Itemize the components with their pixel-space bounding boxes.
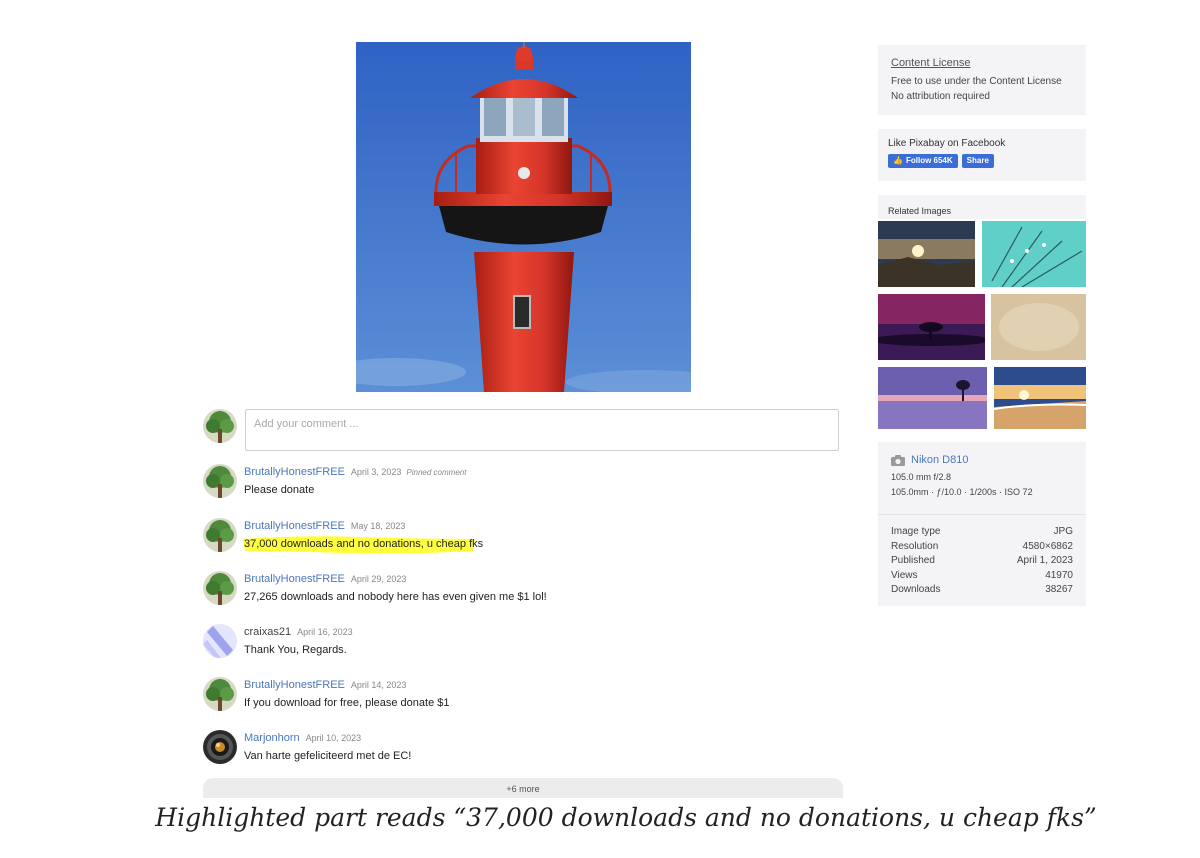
caption-text: Highlighted part reads “37,000 downloads…	[155, 803, 1097, 832]
comment-username[interactable]: BrutallyHonestFREE	[244, 520, 345, 532]
spec-label: Published	[891, 555, 935, 566]
related-images-title: Related Images	[888, 206, 952, 216]
spec-value: April 1, 2023	[1016, 555, 1073, 566]
tree-avatar	[203, 409, 237, 443]
camera-model-link[interactable]: Nikon D810	[911, 454, 968, 466]
spec-row: Image type JPG	[891, 525, 1073, 540]
related-image-thumb[interactable]	[982, 221, 1086, 287]
comment-avatar[interactable]	[203, 518, 237, 552]
spec-label: Downloads	[891, 584, 941, 595]
comment-item: BrutallyHonestFREE April 29, 2023 27,265 …	[203, 571, 843, 611]
facebook-share-button[interactable]: Share	[961, 154, 994, 168]
comment-username[interactable]: BrutallyHonestFREE	[244, 573, 345, 585]
comment-avatar[interactable]	[203, 464, 237, 498]
beach-sunset-thumb	[994, 367, 1086, 429]
comment-input[interactable]	[245, 409, 839, 451]
camera-settings: 105.0mm · ƒ/10.0 · 1/200s · ISO 72	[891, 487, 1033, 497]
comment-date: April 14, 2023	[350, 680, 407, 690]
comment-text: Van harte gefeliciteerd met de EC!	[244, 750, 412, 762]
spec-row: Published April 1, 2023	[891, 554, 1073, 569]
comment-text: Thank You, Regards.	[244, 644, 347, 656]
comment-username[interactable]: Marjonhorn	[244, 732, 300, 744]
spec-value: JPG	[1053, 526, 1073, 537]
comment-date: April 16, 2023	[297, 627, 353, 637]
comment-date: May 18, 2023	[350, 521, 406, 531]
facebook-label: Like Pixabay on Facebook	[888, 138, 1006, 149]
camera-icon	[891, 454, 905, 466]
comment-item: BrutallyHonestFREE April 3, 2023 Pinned co…	[203, 464, 843, 504]
camera-info-box: Nikon D810 105.0 mm f/2.8 105.0mm · ƒ/10…	[878, 442, 1086, 514]
tree-avatar	[203, 518, 237, 552]
comment-username[interactable]: BrutallyHonestFREE	[244, 466, 345, 478]
spec-row: Resolution 4580×6862	[891, 540, 1073, 555]
tree-avatar	[203, 464, 237, 498]
spec-label: Image type	[891, 526, 941, 537]
lighthouse-image	[356, 42, 691, 392]
comment-item: BrutallyHonestFREE April 14, 2023 If you …	[203, 677, 843, 717]
spec-value: 4580×6862	[1022, 540, 1073, 552]
comment-date: April 3, 2023	[350, 467, 402, 477]
tree-avatar	[203, 571, 237, 605]
content-license-link[interactable]: Content License	[891, 57, 1073, 69]
comment-date: April 29, 2023	[350, 574, 407, 584]
pinned-label: Pinned comment	[406, 468, 467, 477]
comment-item-highlighted: BrutallyHonestFREE May 18, 2023 37,000 do…	[203, 518, 843, 558]
spec-row: Downloads 38267	[891, 583, 1073, 598]
lens-avatar	[203, 730, 237, 764]
stripe-avatar	[203, 624, 237, 658]
related-images-header: Related Images	[878, 195, 1086, 219]
dandelion-drops-thumb	[982, 221, 1086, 287]
comment-item: Marjonhorn April 10, 2023 Van harte gefel…	[203, 730, 843, 770]
main-photo-lighthouse[interactable]	[356, 42, 691, 392]
spec-label: Resolution	[891, 540, 939, 552]
comment-avatar[interactable]	[203, 571, 237, 605]
comment-username[interactable]: BrutallyHonestFREE	[244, 679, 345, 691]
facebook-box: Like Pixabay on Facebook 👍 Follow 654K Sh…	[878, 129, 1086, 181]
comment-text: Please donate	[244, 484, 315, 496]
thumbs-up-icon: 👍	[893, 156, 903, 165]
comment-date: April 10, 2023	[305, 733, 362, 743]
license-line: No attribution required	[891, 91, 990, 102]
parchment-texture-thumb	[991, 294, 1086, 360]
comment-text: 27,265 downloads and nobody here has eve…	[244, 591, 547, 603]
comment-avatar[interactable]	[203, 624, 237, 658]
spec-row: Views 41970	[891, 569, 1073, 584]
spec-label: Views	[891, 569, 918, 581]
content-license-box: Content License Free to use under the Co…	[878, 45, 1086, 115]
follow-label: Follow 654K	[905, 156, 953, 165]
facebook-follow-button[interactable]: 👍 Follow 654K	[888, 154, 958, 168]
tree-at-dusk-thumb	[878, 294, 985, 360]
spec-value: 38267	[1045, 584, 1073, 595]
show-more-comments-button[interactable]: +6 more	[203, 778, 843, 798]
comment-avatar[interactable]	[203, 730, 237, 764]
image-specs-box: Image type JPG Resolution 4580×6862 Publis…	[878, 514, 1086, 606]
purple-lake-tree-thumb	[878, 367, 987, 429]
comment-text: If you download for free, please donate …	[244, 697, 450, 709]
comment-avatar[interactable]	[203, 677, 237, 711]
spec-value: 41970	[1045, 569, 1073, 581]
sunset-mountain-thumb	[878, 221, 975, 287]
comment-username[interactable]: craixas21	[244, 626, 291, 638]
camera-lens: 105.0 mm f/2.8	[891, 472, 952, 482]
current-user-avatar	[203, 409, 237, 443]
tree-avatar	[203, 677, 237, 711]
comment-item: craixas21 April 16, 2023 Thank You, Regar…	[203, 624, 843, 664]
related-image-thumb[interactable]	[878, 367, 987, 429]
comment-text: 37,000 downloads and no donations, u che…	[244, 538, 484, 550]
related-image-thumb[interactable]	[878, 294, 985, 360]
related-image-thumb[interactable]	[878, 221, 975, 287]
related-image-thumb[interactable]	[994, 367, 1086, 429]
related-image-thumb[interactable]	[991, 294, 1086, 360]
license-line: Free to use under the Content License	[891, 76, 1062, 87]
